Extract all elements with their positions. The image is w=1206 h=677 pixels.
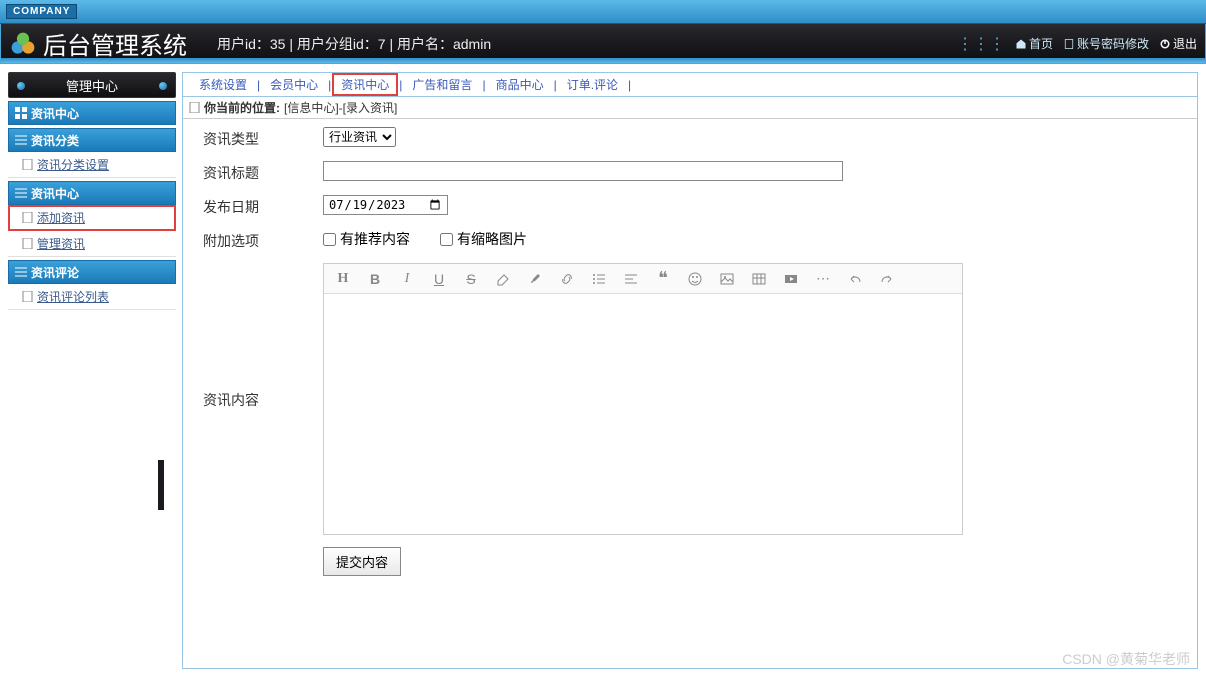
logout-link[interactable]: 退出 — [1159, 35, 1197, 52]
checkbox-thumbnail[interactable] — [440, 233, 453, 246]
sidebar-item-manage-info[interactable]: 管理资讯 — [8, 231, 176, 257]
label-info-title: 资讯标题 — [203, 161, 323, 183]
label-options: 附加选项 — [203, 229, 323, 251]
redo-icon[interactable] — [878, 270, 896, 288]
tab-system[interactable]: 系统设置 — [193, 76, 253, 93]
sidebar-item-category-settings[interactable]: 资讯分类设置 — [8, 152, 176, 178]
doc-icon — [1063, 38, 1075, 50]
bold-icon[interactable]: B — [366, 270, 384, 288]
submit-button[interactable]: 提交内容 — [323, 547, 401, 576]
app-logo-icon — [9, 30, 37, 58]
align-icon[interactable] — [622, 270, 640, 288]
rich-text-editor: H B I U S ❝ — [323, 263, 963, 535]
tab-member[interactable]: 会员中心 — [264, 76, 324, 93]
sidebar-item-comment-list[interactable]: 资讯评论列表 — [8, 284, 176, 310]
tab-order[interactable]: 订单.评论 — [561, 76, 624, 93]
tab-product[interactable]: 商品中心 — [490, 76, 550, 93]
tab-info[interactable]: 资讯中心 — [335, 76, 395, 93]
window-topbar: COMPANY — [0, 0, 1206, 24]
doc-icon — [22, 238, 33, 249]
label-info-type: 资讯类型 — [203, 127, 323, 149]
label-content: 资讯内容 — [203, 388, 323, 410]
heading-icon[interactable]: H — [334, 270, 352, 288]
doc-icon — [22, 291, 33, 302]
sidebar-section-info-center[interactable]: 资讯中心 — [8, 101, 176, 125]
input-publish-date[interactable] — [323, 195, 448, 215]
list-icon — [15, 266, 27, 278]
list-icon — [15, 187, 27, 199]
breadcrumb-path: [信息中心]-[录入资讯] — [284, 99, 397, 116]
doc-icon — [22, 159, 33, 170]
tab-ad-msg[interactable]: 广告和留言 — [406, 76, 478, 93]
checkbox-recommend-label[interactable]: 有推荐内容 — [323, 229, 410, 249]
link-icon[interactable] — [558, 270, 576, 288]
quote-icon[interactable]: ❝ — [654, 270, 672, 288]
grid-icon — [15, 107, 27, 119]
system-title: 后台管理系统 — [43, 26, 187, 61]
top-nav: 系统设置| 会员中心| 资讯中心| 广告和留言| 商品中心| 订单.评论| — [183, 73, 1197, 97]
power-icon — [1159, 38, 1171, 50]
home-icon — [1015, 38, 1027, 50]
italic-icon[interactable]: I — [398, 270, 416, 288]
main-panel: 系统设置| 会员中心| 资讯中心| 广告和留言| 商品中心| 订单.评论| 你当… — [182, 72, 1198, 669]
account-link[interactable]: 账号密码修改 — [1063, 35, 1149, 52]
breadcrumb: 你当前的位置: [信息中心]-[录入资讯] — [183, 97, 1197, 119]
sidebar-collapse-handle[interactable] — [158, 460, 164, 510]
strikethrough-icon[interactable]: S — [462, 270, 480, 288]
eraser-icon[interactable] — [494, 270, 512, 288]
list-icon — [15, 134, 27, 146]
editor-toolbar: H B I U S ❝ — [324, 264, 962, 294]
doc-icon — [22, 212, 33, 223]
user-info: 用户id：35 | 用户分组id：7 | 用户名：admin — [217, 34, 491, 54]
table-icon[interactable] — [750, 270, 768, 288]
sidebar-item-add-info[interactable]: 添加资讯 — [8, 205, 176, 231]
header-right: ⋮⋮⋮ 首页 账号密码修改 退出 — [957, 34, 1197, 54]
sidebar-section-comments[interactable]: 资讯评论 — [8, 260, 176, 284]
dots-icon: ⋮⋮⋮ — [957, 34, 1005, 54]
image-icon[interactable] — [718, 270, 736, 288]
video-icon[interactable] — [782, 270, 800, 288]
sidebar-section-category[interactable]: 资讯分类 — [8, 128, 176, 152]
list-icon[interactable] — [590, 270, 608, 288]
checkbox-thumbnail-label[interactable]: 有缩略图片 — [440, 229, 527, 249]
brush-icon[interactable] — [526, 270, 544, 288]
sidebar-section-info[interactable]: 资讯中心 — [8, 181, 176, 205]
form-area: 资讯类型 行业资讯 资讯标题 发布日期 附加选项 — [183, 119, 1197, 596]
sidebar-header: 管理中心 — [8, 72, 176, 98]
editor-textarea[interactable] — [324, 294, 962, 534]
breadcrumb-prefix: 你当前的位置: — [204, 99, 280, 116]
label-publish-date: 发布日期 — [203, 195, 323, 217]
app-header: 后台管理系统 用户id：35 | 用户分组id：7 | 用户名：admin ⋮⋮… — [0, 24, 1206, 64]
home-link[interactable]: 首页 — [1015, 35, 1053, 52]
underline-icon[interactable]: U — [430, 270, 448, 288]
emoji-icon[interactable] — [686, 270, 704, 288]
sidebar: 管理中心 资讯中心 资讯分类 资讯分类设置 资讯中心 添加资讯 管理资讯 — [8, 72, 176, 669]
ellipsis-icon[interactable]: ⋯ — [814, 270, 832, 288]
doc-icon — [189, 102, 200, 113]
select-info-type[interactable]: 行业资讯 — [323, 127, 396, 147]
checkbox-recommend[interactable] — [323, 233, 336, 246]
input-info-title[interactable] — [323, 161, 843, 181]
undo-icon[interactable] — [846, 270, 864, 288]
company-badge: COMPANY — [6, 4, 77, 19]
